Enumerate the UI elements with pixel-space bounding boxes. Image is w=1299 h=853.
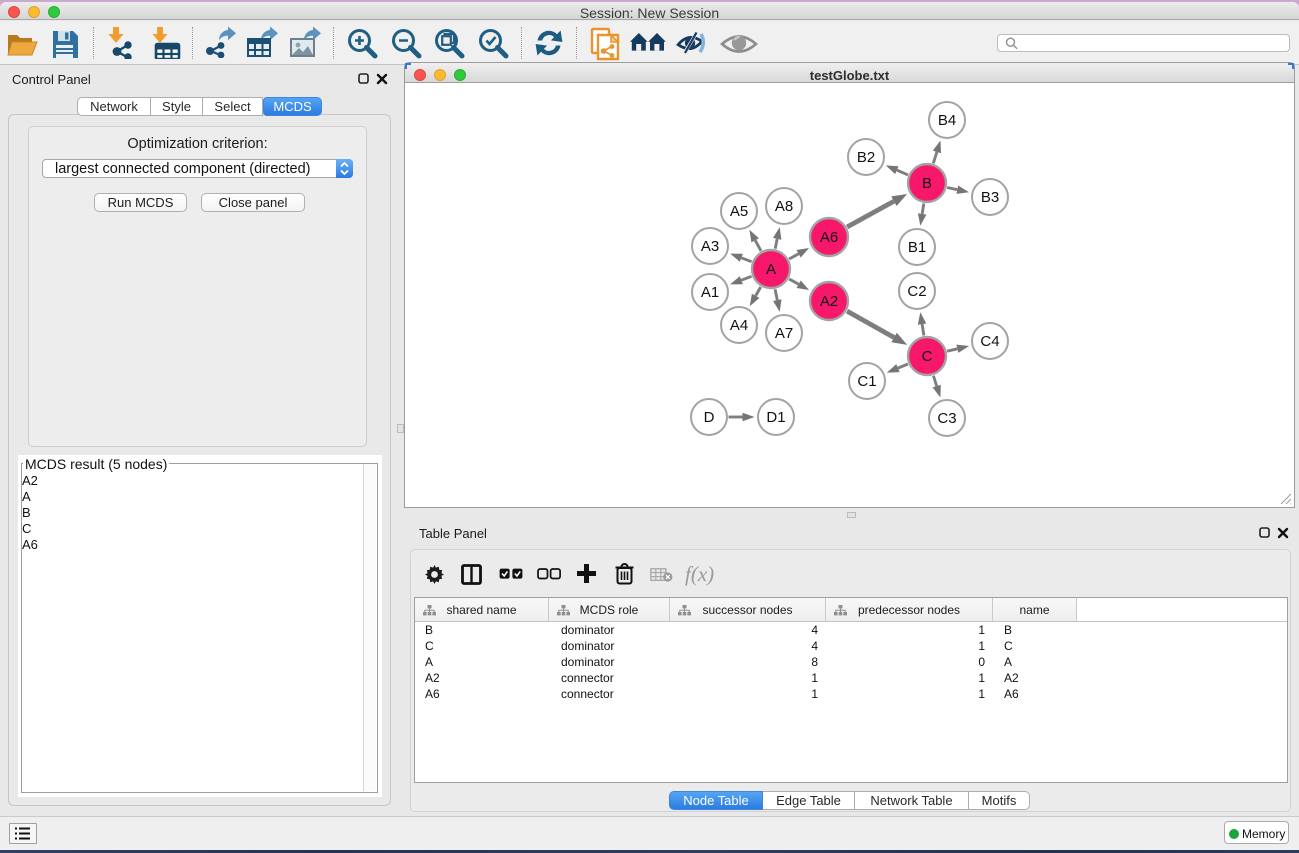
- svg-text:C3: C3: [937, 410, 956, 427]
- svg-text:C4: C4: [980, 333, 999, 350]
- svg-text:A1: A1: [701, 284, 719, 301]
- svg-text:B2: B2: [857, 149, 875, 166]
- svg-text:A8: A8: [775, 198, 793, 215]
- svg-text:B1: B1: [908, 239, 926, 256]
- svg-text:C: C: [922, 348, 933, 365]
- svg-text:A2: A2: [820, 293, 838, 310]
- svg-text:A7: A7: [775, 325, 793, 342]
- svg-text:A4: A4: [730, 317, 748, 334]
- svg-text:C1: C1: [857, 373, 876, 390]
- svg-text:C2: C2: [907, 283, 926, 300]
- svg-text:D1: D1: [766, 409, 785, 426]
- svg-text:D: D: [704, 409, 715, 426]
- svg-text:B4: B4: [938, 112, 956, 129]
- svg-text:A3: A3: [701, 238, 719, 255]
- svg-text:B3: B3: [981, 189, 999, 206]
- svg-text:A5: A5: [730, 203, 748, 220]
- svg-text:A6: A6: [820, 229, 838, 246]
- svg-text:A: A: [766, 261, 776, 278]
- svg-text:B: B: [922, 175, 932, 192]
